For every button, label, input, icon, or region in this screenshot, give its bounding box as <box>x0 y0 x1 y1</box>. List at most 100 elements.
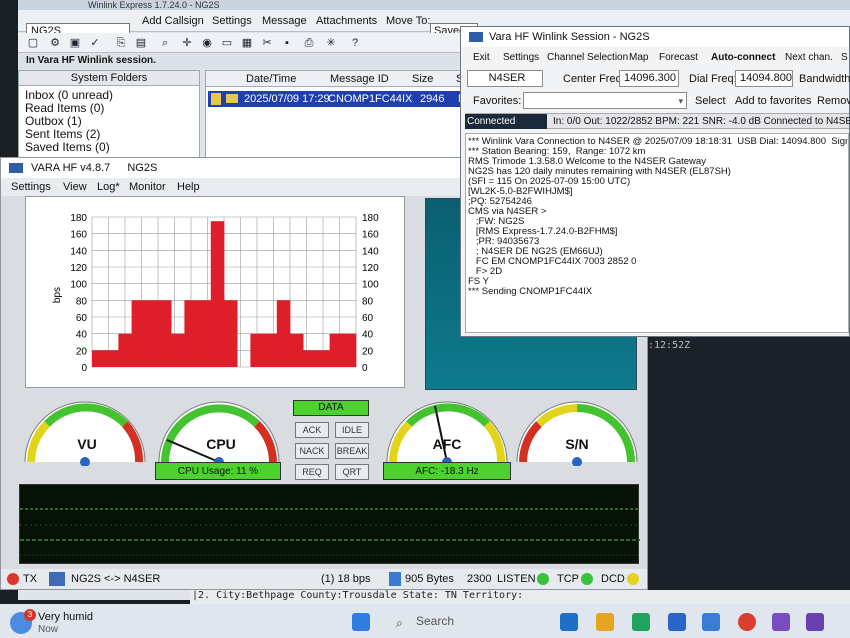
vara-menu-help[interactable]: Help <box>177 181 200 193</box>
y-tick-label-right: 20 <box>362 346 374 357</box>
app-store-icon[interactable] <box>632 613 650 631</box>
bitrate-status: (1) 18 bps <box>321 573 371 585</box>
session-menu-auto-connect[interactable]: Auto-connect <box>711 52 775 63</box>
open-session-icon[interactable]: ⚙ <box>48 36 62 50</box>
y-tick-label-right: 160 <box>362 230 379 241</box>
move-to-label: Move To: <box>386 15 431 27</box>
dial-freq-field[interactable]: 14094.800 <box>735 70 793 87</box>
vara-menu-log[interactable]: Log* <box>97 181 120 193</box>
row-message-id: CNOMP1FC44IX <box>328 93 413 105</box>
print-icon[interactable]: ⎙ <box>302 36 316 50</box>
favorites-select[interactable]: ▾ <box>523 92 687 109</box>
center-freq-field[interactable]: 14096.300 <box>619 70 679 87</box>
app-mail-icon[interactable] <box>668 613 686 631</box>
select-button[interactable]: Select <box>695 95 726 107</box>
col-message-id[interactable]: Message ID <box>330 73 389 85</box>
dcd-status: DCD <box>601 573 625 585</box>
antenna-icon[interactable]: ✳ <box>324 36 338 50</box>
new-message-icon[interactable]: ▢ <box>26 36 40 50</box>
app-chrome-icon[interactable] <box>738 613 756 631</box>
y-tick-label-right: 120 <box>362 263 379 274</box>
afc-readout: AFC: -18.3 Hz <box>383 462 511 480</box>
app-checker-icon[interactable] <box>772 613 790 631</box>
bar <box>92 350 106 367</box>
session-stats: In: 0/0 Out: 1022/2852 BPM: 221 SNR: -4.… <box>553 116 850 127</box>
folder-saved-items[interactable]: Saved Items (0) <box>25 141 110 154</box>
menu-message[interactable]: Message <box>262 15 307 27</box>
session-menu-map[interactable]: Map <box>629 52 648 63</box>
save-icon[interactable]: ▪ <box>280 36 294 50</box>
menu-add-callsign[interactable]: Add Callsign <box>142 15 204 27</box>
vara-menu-settings[interactable]: Settings <box>11 181 51 193</box>
y-tick-label-right: 40 <box>362 330 374 341</box>
network-icon <box>49 572 65 586</box>
vara-menu-view[interactable]: View <box>63 181 87 193</box>
grid-icon[interactable]: ▦ <box>240 36 254 50</box>
session-menu-channel-selection[interactable]: Channel Selection <box>547 52 628 63</box>
target-callsign-field[interactable]: N4SER <box>467 70 543 87</box>
session-menu-forecast[interactable]: Forecast <box>659 52 698 63</box>
bar <box>250 333 264 367</box>
col-datetime[interactable]: Date/Time <box>246 73 296 85</box>
taskbar-search[interactable]: Search <box>416 614 476 636</box>
y-tick-label-left: 40 <box>76 330 88 341</box>
folder-icon[interactable]: ▤ <box>134 36 148 50</box>
tools-icon[interactable]: ✂ <box>260 36 274 50</box>
message-list: Date/Time Message ID Size Sou 2025/07/09… <box>205 70 485 160</box>
app-explorer-icon[interactable] <box>596 613 614 631</box>
y-tick-label-right: 80 <box>362 296 374 307</box>
lock-icon[interactable]: ▣ <box>68 36 82 50</box>
y-tick-label-right: 140 <box>362 246 379 257</box>
cpu-gauge <box>158 401 280 466</box>
snr-gauge <box>516 401 638 466</box>
session-menu-settings[interactable]: Settings <box>503 52 539 63</box>
bandwidth-label[interactable]: Bandwidth <box>799 73 850 85</box>
weather-text[interactable]: Very humid <box>38 611 93 623</box>
vara-menu-monitor[interactable]: Monitor <box>129 181 166 193</box>
background-terminal <box>648 337 850 590</box>
table-row[interactable]: 2025/07/09 17:29 CNOMP1FC44IX 2946 NG <box>208 91 484 107</box>
bar <box>290 333 304 367</box>
session-menu-exit[interactable]: Exit <box>473 52 490 63</box>
waterfall-display <box>19 484 640 564</box>
y-tick-label-left: 0 <box>81 363 87 374</box>
tx-indicator-icon <box>7 573 19 585</box>
bar <box>144 300 159 367</box>
system-folders-panel: System Folders Inbox (0 unread) Read Ite… <box>18 70 200 160</box>
app-photos-icon[interactable] <box>702 613 720 631</box>
terminal-icon[interactable]: ▭ <box>220 36 234 50</box>
search-icon[interactable]: ⌕ <box>396 616 403 631</box>
data-indicator: DATA <box>293 400 369 416</box>
log-line: F> 2D <box>468 266 503 277</box>
search-icon[interactable]: ⌕ <box>158 36 172 50</box>
globe-icon[interactable]: ◉ <box>200 36 214 50</box>
col-size[interactable]: Size <box>412 73 433 85</box>
y-tick-label-left: 120 <box>70 263 87 274</box>
add-to-favorites-button[interactable]: Add to favorites <box>735 95 811 107</box>
y-tick-label-right: 180 <box>362 213 379 224</box>
session-menu-more[interactable]: S <box>841 52 848 63</box>
dial-freq-label: Dial Freq: <box>689 73 737 85</box>
bar <box>197 300 212 367</box>
connected-badge: Connected N4SER <box>465 114 547 142</box>
start-icon[interactable] <box>352 613 370 631</box>
session-title-bar: Vara HF Winlink Session - NG2S <box>461 27 849 47</box>
position-icon[interactable]: ✛ <box>180 36 194 50</box>
vara-status-bar: TX NG2S <-> N4SER (1) 18 bps 905 Bytes 2… <box>1 569 647 589</box>
session-menu-next-channel[interactable]: Next chan. <box>785 52 833 63</box>
check-icon[interactable]: ✓ <box>88 36 102 50</box>
remove-button[interactable]: Remove <box>817 95 850 107</box>
weather-subtext: Now <box>38 624 59 635</box>
favorites-label: Favorites: <box>473 95 522 107</box>
app-grid-icon[interactable] <box>806 613 824 631</box>
menu-settings[interactable]: Settings <box>212 15 252 27</box>
ack-indicator: ACK <box>295 422 329 438</box>
attach-icon[interactable]: ⎘ <box>114 36 128 50</box>
y-tick-label-right: 60 <box>362 313 374 324</box>
system-folders-header: System Folders <box>19 71 199 86</box>
envelope-icon <box>226 94 238 103</box>
help-icon[interactable]: ? <box>348 36 362 50</box>
menu-attachments[interactable]: Attachments <box>316 15 377 27</box>
app-edge-icon[interactable] <box>560 613 578 631</box>
dcd-indicator-icon <box>627 573 639 585</box>
